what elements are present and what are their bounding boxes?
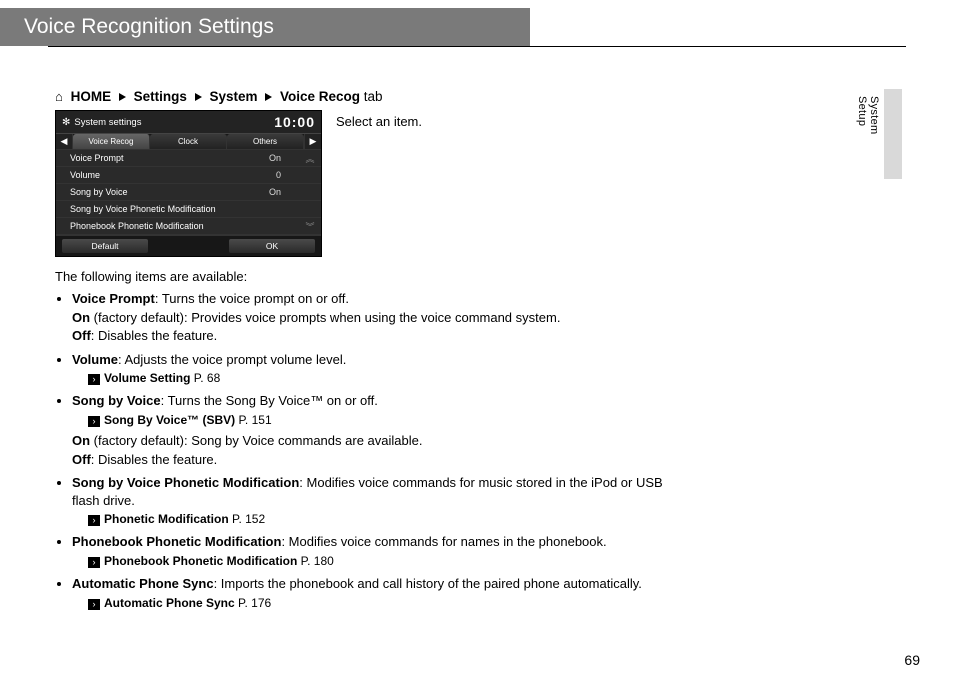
chevron-right-icon: ▶: [304, 134, 321, 149]
ok-button: OK: [229, 239, 315, 253]
list-item: Song by VoiceOn: [56, 184, 321, 201]
item-phonebook-phonetic: Phonebook Phonetic Modification: Modifie…: [72, 533, 668, 569]
xref-icon: ›: [88, 599, 100, 610]
xref-volume: ›Volume Setting P. 68: [88, 370, 668, 386]
gear-icon: ✻: [62, 117, 70, 128]
xref-icon: ›: [88, 557, 100, 568]
scroll-chevrons: ︽︾: [303, 150, 317, 235]
item-volume: Volume: Adjusts the voice prompt volume …: [72, 351, 668, 387]
breadcrumb-settings: Settings: [134, 89, 187, 104]
breadcrumb-home: HOME: [71, 89, 112, 104]
xref-phonetic: ›Phonetic Modification P. 152: [88, 511, 668, 527]
tab-clock: Clock: [150, 134, 227, 149]
tab-others: Others: [227, 134, 304, 149]
available-intro: The following items are available:: [55, 269, 668, 284]
item-auto-sync: Automatic Phone Sync: Imports the phoneb…: [72, 575, 668, 611]
breadcrumb-tab: Voice Recog: [280, 89, 360, 104]
chevron-right-icon: [195, 93, 202, 101]
item-voice-prompt: Voice Prompt: Turns the voice prompt on …: [72, 290, 668, 345]
item-sbv-phonetic: Song by Voice Phonetic Modification: Mod…: [72, 474, 668, 527]
list-item: Volume0: [56, 167, 321, 184]
item-sbv: Song by Voice: Turns the Song By Voice™ …: [72, 392, 668, 468]
breadcrumb-system: System: [209, 89, 257, 104]
item-list: Voice Prompt: Turns the voice prompt on …: [55, 290, 668, 611]
xref-sbv: ›Song By Voice™ (SBV) P. 151: [88, 412, 668, 428]
xref-icon: ›: [88, 374, 100, 385]
page-number: 69: [904, 652, 920, 668]
tab-voice-recog: Voice Recog: [73, 134, 150, 149]
chevron-right-icon: [265, 93, 272, 101]
device-screenshot: ✻ System settings 10:00 ◀ Voice Recog Cl…: [55, 110, 322, 257]
chevron-right-icon: [119, 93, 126, 101]
breadcrumb-suffix: tab: [360, 89, 383, 104]
xref-auto-sync: ›Automatic Phone Sync P. 176: [88, 595, 668, 611]
default-button: Default: [62, 239, 148, 253]
section-label: System Setup: [856, 96, 880, 134]
xref-pb-phonetic: ›Phonebook Phonetic Modification P. 180: [88, 553, 668, 569]
list-item: Voice PromptOn: [56, 150, 321, 167]
screenshot-title: System settings: [74, 117, 141, 128]
home-icon: ⌂: [55, 89, 63, 104]
side-tab: [884, 89, 902, 179]
xref-icon: ›: [88, 416, 100, 427]
page-title: Voice Recognition Settings: [0, 8, 530, 46]
breadcrumb: ⌂ HOME Settings System Voice Recog tab: [55, 89, 668, 104]
xref-icon: ›: [88, 515, 100, 526]
instruction-text: Select an item.: [336, 110, 422, 129]
screenshot-clock: 10:00: [274, 114, 315, 130]
list-item: Phonebook Phonetic Modification: [56, 218, 321, 235]
chevron-left-icon: ◀: [56, 134, 73, 149]
list-item: Song by Voice Phonetic Modification: [56, 201, 321, 218]
